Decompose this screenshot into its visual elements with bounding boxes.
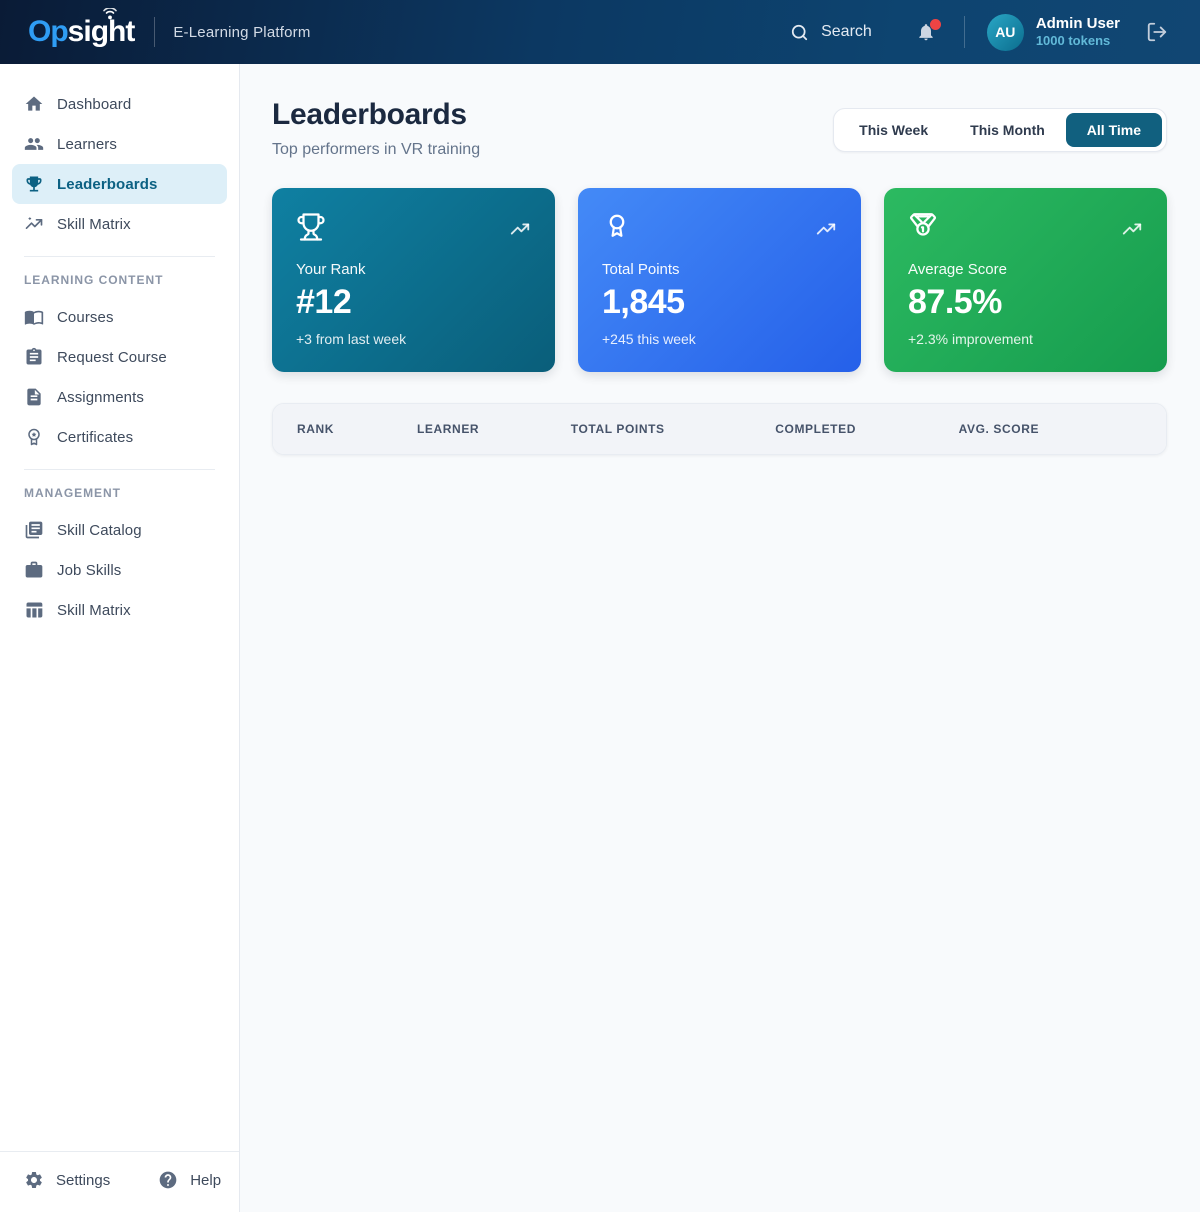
trending-up-icon xyxy=(1121,218,1143,240)
sidebar-item-courses[interactable]: Courses xyxy=(12,297,227,337)
logout-icon xyxy=(1146,21,1168,43)
home-icon xyxy=(24,94,44,114)
logo-person-icon xyxy=(102,8,118,20)
sidebar-item-leaderboards[interactable]: Leaderboards xyxy=(12,164,227,204)
medal-icon xyxy=(908,212,938,242)
help-button[interactable]: Help xyxy=(158,1170,221,1190)
page-title: Leaderboards xyxy=(272,98,467,131)
stat-value: 87.5% xyxy=(908,283,1002,321)
clipboard-icon xyxy=(24,347,44,367)
sidebar: Dashboard Learners Leaderboards Skill Ma… xyxy=(0,64,240,1212)
stat-label: Your Rank xyxy=(296,261,366,278)
stat-delta: +2.3% improvement xyxy=(908,331,1033,347)
sidebar-item-job-skills[interactable]: Job Skills xyxy=(12,550,227,590)
award-icon xyxy=(602,212,632,242)
section-title-learning-content: LEARNING CONTENT xyxy=(24,273,164,287)
logo-text: Opsight xyxy=(28,8,135,47)
sidebar-item-skill-matrix[interactable]: Skill Matrix xyxy=(12,204,227,244)
time-filter-tabs: This Week This Month All Time xyxy=(833,108,1167,152)
table-header-row: RANK LEARNER TOTAL POINTS COMPLETED AVG.… xyxy=(273,404,1166,454)
tab-this-week[interactable]: This Week xyxy=(838,113,949,147)
user-tokens: 1000 tokens xyxy=(1035,33,1111,49)
topbar-divider xyxy=(154,17,156,47)
notification-dot xyxy=(929,19,941,30)
avatar[interactable]: AU xyxy=(986,13,1024,51)
topbar-divider xyxy=(963,16,965,48)
search-button[interactable]: Search xyxy=(790,23,872,42)
column-header-learner: LEARNER xyxy=(416,422,480,436)
trending-up-icon xyxy=(815,218,837,240)
column-header-rank: RANK xyxy=(297,422,335,436)
trophy-icon xyxy=(24,174,44,194)
search-icon xyxy=(790,23,809,42)
leaderboard-table: RANK LEARNER TOTAL POINTS COMPLETED AVG.… xyxy=(272,403,1167,455)
book-icon xyxy=(24,307,44,327)
file-icon xyxy=(24,387,44,407)
stats-row: Your Rank #12 +3 from last week Total Po… xyxy=(272,188,1167,372)
main-content: Leaderboards Top performers in VR traini… xyxy=(240,64,1200,1212)
user-meta: Admin User 1000 tokens xyxy=(1036,15,1120,50)
page-header: Leaderboards Top performers in VR traini… xyxy=(272,98,480,159)
sidebar-item-skill-catalog[interactable]: Skill Catalog xyxy=(12,510,227,550)
trending-up-icon xyxy=(24,214,44,234)
sidebar-item-skill-matrix-management[interactable]: Skill Matrix xyxy=(12,590,227,630)
sidebar-item-dashboard[interactable]: Dashboard xyxy=(12,84,227,124)
help-icon xyxy=(158,1170,178,1190)
stat-label: Average Score xyxy=(908,261,1007,278)
stat-delta: +3 from last week xyxy=(296,331,407,347)
logout-button[interactable] xyxy=(1146,21,1168,43)
sidebar-item-assignments[interactable]: Assignments xyxy=(12,377,227,417)
column-header-completed: COMPLETED xyxy=(775,422,856,436)
tab-all-time[interactable]: All Time xyxy=(1065,113,1162,147)
briefcase-icon xyxy=(24,560,44,580)
trending-up-icon xyxy=(509,218,531,240)
search-label: Search xyxy=(821,23,872,40)
gear-icon xyxy=(24,1170,44,1190)
sidebar-item-request-course[interactable]: Request Course xyxy=(12,337,227,377)
library-icon xyxy=(24,520,44,540)
tab-this-month[interactable]: This Month xyxy=(949,113,1066,147)
topbar: Opsight E-Learning Platform Search AU Ad… xyxy=(0,0,1200,64)
stat-card-average-score: Average Score 87.5% +2.3% improvement xyxy=(884,188,1167,372)
section-title-management: MANAGEMENT xyxy=(24,486,121,500)
stat-card-total-points: Total Points 1,845 +245 this week xyxy=(578,188,861,372)
trophy-icon xyxy=(296,212,326,242)
certificate-icon xyxy=(24,427,44,447)
notifications-button[interactable] xyxy=(916,19,941,42)
stat-value: 1,845 xyxy=(602,283,685,321)
stat-card-your-rank: Your Rank #12 +3 from last week xyxy=(272,188,555,372)
sidebar-item-learners[interactable]: Learners xyxy=(12,124,227,164)
column-header-total-points: TOTAL POINTS xyxy=(570,422,665,436)
settings-button[interactable]: Settings xyxy=(24,1170,110,1190)
sidebar-divider xyxy=(24,469,215,470)
sidebar-item-certificates[interactable]: Certificates xyxy=(12,417,227,457)
stat-delta: +245 this week xyxy=(602,331,696,347)
stat-value: #12 xyxy=(296,283,352,321)
sidebar-divider xyxy=(24,256,215,257)
column-header-avg-score: AVG. SCORE xyxy=(958,422,1040,436)
table-icon xyxy=(24,600,44,620)
platform-label: E-Learning Platform xyxy=(173,23,311,41)
users-icon xyxy=(24,134,44,154)
stat-label: Total Points xyxy=(602,261,680,278)
page-subtitle: Top performers in VR training xyxy=(272,141,481,158)
sidebar-footer: Settings Help xyxy=(0,1151,239,1212)
app-logo[interactable]: Opsight xyxy=(28,8,135,47)
user-name: Admin User xyxy=(1035,14,1120,32)
